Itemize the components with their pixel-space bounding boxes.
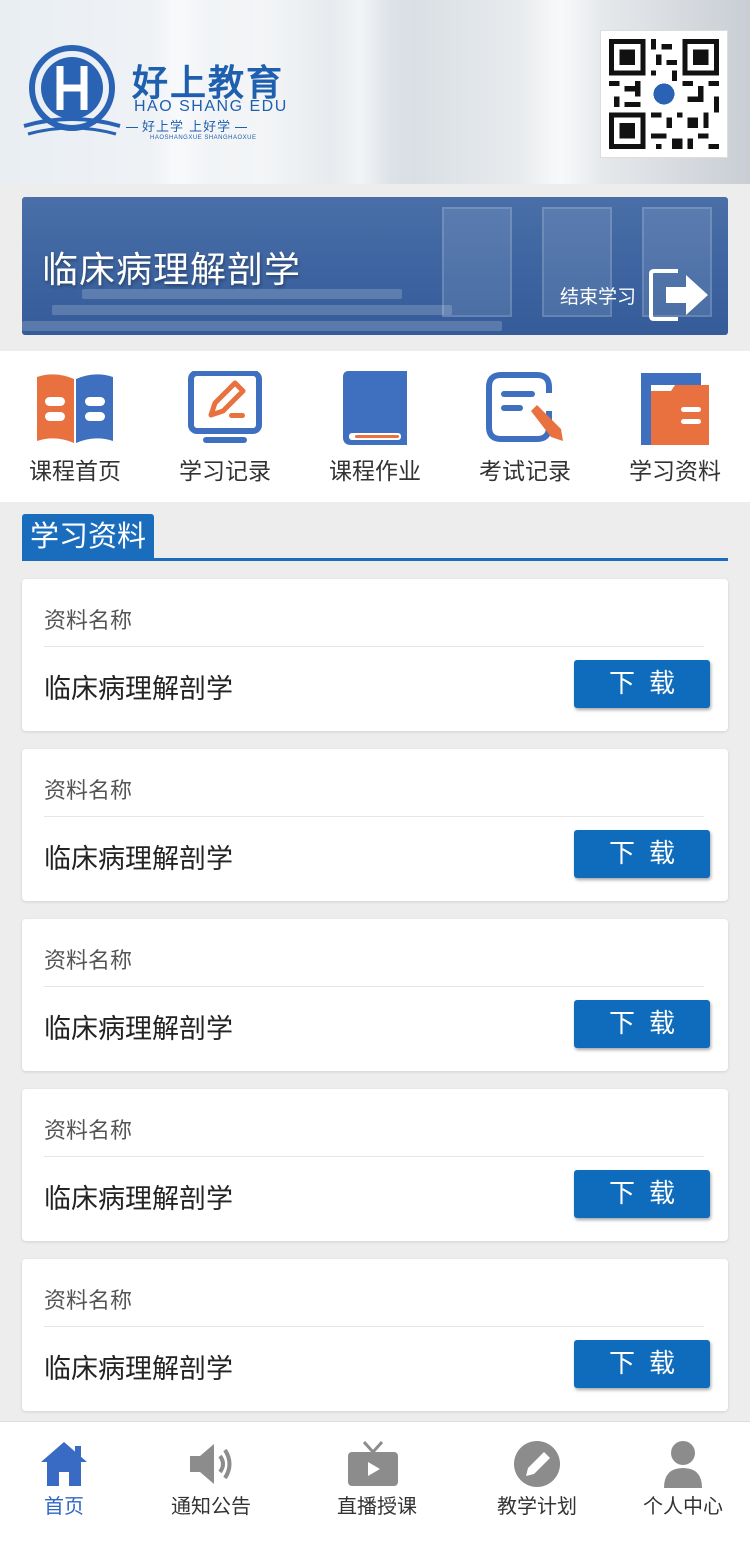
- menu-label: 考试记录: [479, 459, 571, 485]
- logo: 好上教育 HAO SHANG EDU 好上学 上好学 HAOSHANGXUE S…: [22, 44, 312, 144]
- qr-code: [600, 30, 728, 158]
- tab-label: 首页: [44, 1494, 84, 1518]
- divider: [44, 816, 704, 817]
- material-card: 资料名称 临床病理解剖学 下载: [22, 1259, 728, 1411]
- book-open-icon: [37, 374, 113, 443]
- menu-item-course-home[interactable]: 课程首页: [0, 351, 150, 502]
- monitor-pencil-icon: [188, 371, 262, 443]
- material-card: 资料名称 临床病理解剖学 下载: [22, 749, 728, 901]
- menu-item-course-homework[interactable]: 课程作业: [300, 351, 450, 502]
- brand-slogan-pinyin: HAOSHANGXUE SHANGHAOXUE: [150, 135, 257, 141]
- tab-home[interactable]: 首页: [0, 1422, 128, 1560]
- section-header: 学习资料: [22, 514, 728, 561]
- menu-item-exam-record[interactable]: 考试记录: [450, 351, 600, 502]
- download-button[interactable]: 下载: [574, 830, 710, 878]
- divider: [44, 986, 704, 987]
- material-label: 资料名称: [44, 1289, 133, 1314]
- material-name: 临床病理解剖学: [44, 1014, 233, 1045]
- tab-label: 通知公告: [171, 1494, 251, 1518]
- menu-item-study-materials[interactable]: 学习资料: [600, 351, 750, 502]
- material-name: 临床病理解剖学: [44, 844, 233, 875]
- notebook-icon: [343, 371, 407, 445]
- exit-arrow-icon: [649, 269, 708, 321]
- tv-play-icon: [348, 1440, 398, 1486]
- download-button[interactable]: 下载: [574, 660, 710, 708]
- end-study-button[interactable]: 结束学习: [560, 267, 710, 323]
- material-label: 资料名称: [44, 949, 133, 974]
- brand-english-name: HAO SHANG EDU: [134, 98, 288, 115]
- tab-live[interactable]: 直播授课: [302, 1422, 452, 1560]
- menu-label: 学习记录: [179, 459, 271, 485]
- home-icon: [41, 1442, 87, 1486]
- classroom-background: [22, 321, 502, 331]
- download-button[interactable]: 下载: [574, 1340, 710, 1388]
- menu-label: 课程作业: [329, 459, 421, 485]
- tab-profile[interactable]: 个人中心: [608, 1422, 750, 1560]
- material-card: 资料名称 临床病理解剖学 下载: [22, 919, 728, 1071]
- user-icon: [664, 1441, 702, 1488]
- material-label: 资料名称: [44, 779, 133, 804]
- qr-code-icon: [609, 39, 719, 149]
- course-title: 临床病理解剖学: [42, 250, 302, 291]
- material-label: 资料名称: [44, 609, 133, 634]
- background-decoration: [330, 0, 390, 184]
- bottom-tab-bar: 首页 通知公告 直播授课 教学计划 个人中心: [0, 1421, 750, 1560]
- tab-label: 个人中心: [643, 1494, 723, 1518]
- course-banner: 临床病理解剖学 结束学习: [22, 197, 728, 335]
- logo-emblem-icon: [23, 45, 121, 136]
- shortcut-menu: 课程首页 学习记录 课程作业 考试记录 学习资料: [0, 351, 750, 502]
- tab-label: 直播授课: [337, 1494, 417, 1518]
- folder-icon: [641, 373, 709, 445]
- menu-label: 课程首页: [29, 459, 121, 485]
- divider: [44, 1156, 704, 1157]
- menu-label: 学习资料: [629, 459, 721, 485]
- menu-item-study-record[interactable]: 学习记录: [150, 351, 300, 502]
- tab-teaching-plan[interactable]: 教学计划: [462, 1422, 612, 1560]
- material-label: 资料名称: [44, 1119, 133, 1144]
- classroom-background: [52, 305, 452, 315]
- classroom-background: [442, 207, 512, 317]
- divider: [44, 1326, 704, 1327]
- material-name: 临床病理解剖学: [44, 1184, 233, 1215]
- header-banner: 好上教育 HAO SHANG EDU 好上学 上好学 HAOSHANGXUE S…: [0, 0, 750, 184]
- end-study-label: 结束学习: [559, 285, 636, 308]
- material-name: 临床病理解剖学: [44, 1354, 233, 1385]
- material-card: 资料名称 临床病理解剖学 下载: [22, 579, 728, 731]
- download-button[interactable]: 下载: [574, 1170, 710, 1218]
- divider: [44, 646, 704, 647]
- speaker-icon: [190, 1444, 232, 1484]
- pencil-circle-icon: [514, 1441, 560, 1487]
- brand-slogan: 好上学 上好学: [122, 116, 251, 135]
- material-name: 临床病理解剖学: [44, 674, 233, 705]
- section-title: 学习资料: [22, 514, 155, 558]
- background-decoration: [520, 0, 600, 184]
- exam-edit-icon: [486, 372, 563, 442]
- download-button[interactable]: 下载: [574, 1000, 710, 1048]
- tab-notice[interactable]: 通知公告: [136, 1422, 286, 1560]
- tab-label: 教学计划: [497, 1494, 577, 1518]
- material-card: 资料名称 临床病理解剖学 下载: [22, 1089, 728, 1241]
